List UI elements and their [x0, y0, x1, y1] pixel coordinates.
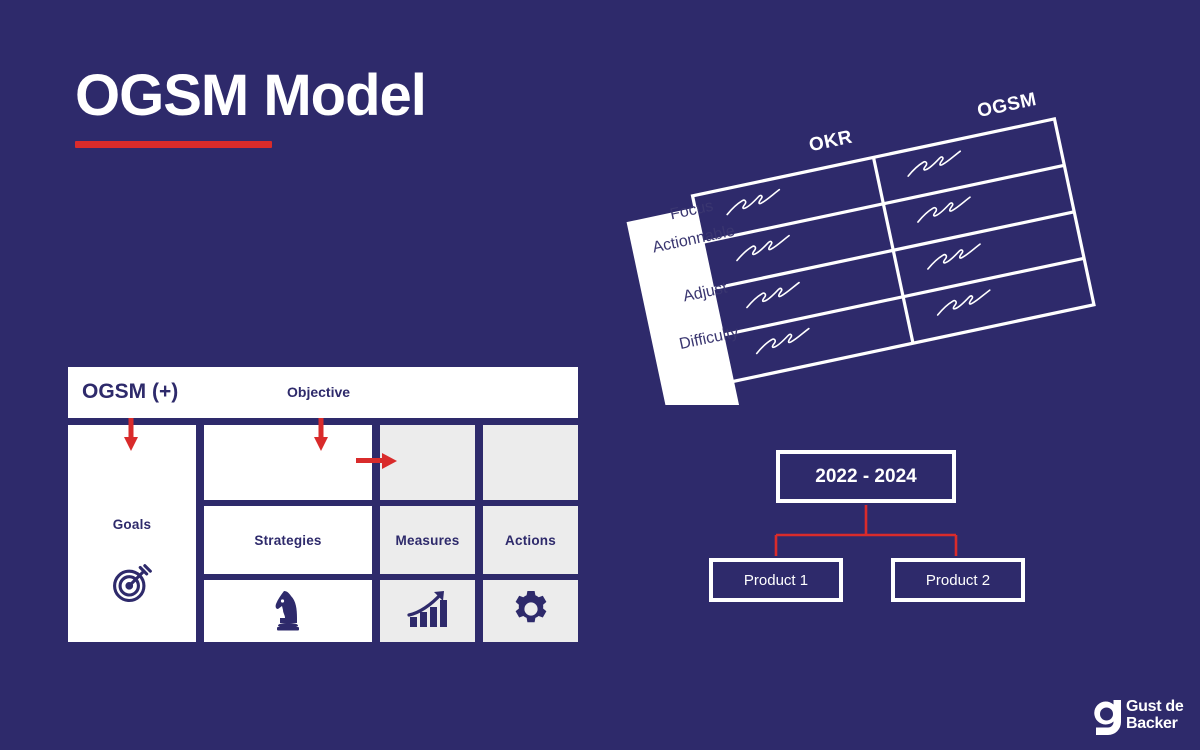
ogsm-cell-goals[interactable]: Goals	[68, 425, 196, 642]
okr-ogsm-comparison-table: OKR OGSM Focus Actionnable Adjust Diffic…	[620, 89, 1150, 432]
ogsm-label-strategies: Strategies	[254, 532, 322, 548]
gear-icon	[511, 589, 551, 634]
arrow-to-goals-icon	[124, 418, 138, 452]
tree-child-1-label: Product 1	[743, 571, 809, 589]
brand-logo-line-1: Gust de	[1126, 698, 1184, 715]
arrow-to-measures-icon	[356, 452, 398, 470]
brand-logo: Gust de Backer	[1092, 697, 1187, 741]
bar-chart-icon	[406, 589, 449, 634]
ogsm-cell-strategies-icon[interactable]	[204, 580, 372, 642]
ogsm-header-title: OGSM (+)	[82, 380, 179, 403]
title-underline-accent	[75, 141, 272, 148]
ogsm-cell-measures-label[interactable]: Measures	[380, 506, 475, 574]
ogsm-header-row: OGSM (+) Objective	[68, 367, 578, 418]
ogsm-cell-actions-icon[interactable]	[483, 580, 578, 642]
ogsm-cell-strategies-label[interactable]: Strategies	[204, 506, 372, 574]
arrow-to-objective-icon	[314, 418, 328, 452]
tree-node-product-2[interactable]: Product 2	[891, 558, 1025, 602]
tree-node-product-1[interactable]: Product 1	[709, 558, 843, 602]
tree-root-label: 2022 - 2024	[815, 465, 917, 487]
ogsm-cell-actions-input[interactable]	[483, 425, 578, 500]
g-mark-icon	[1092, 697, 1122, 742]
brand-logo-line-2: Backer	[1126, 715, 1178, 732]
chess-knight-icon	[271, 587, 305, 636]
ogsm-header-objective-label: Objective	[287, 384, 351, 400]
ogsm-label-goals: Goals	[112, 517, 152, 532]
tree-node-root[interactable]: 2022 - 2024	[776, 450, 956, 503]
target-icon	[110, 562, 154, 611]
page-title: OGSM Model	[75, 63, 427, 128]
ogsm-label-actions: Actions	[505, 532, 556, 548]
product-roadmap-tree: 2022 - 2024 Product 1 Product 2	[690, 430, 1050, 620]
ogsm-framework-table: OGSM (+) Objective Goals Strategies Meas…	[68, 367, 578, 642]
brand-logo-text: Gust de Backer	[1126, 698, 1184, 732]
tree-child-2-label: Product 2	[925, 571, 991, 589]
ogsm-cell-actions-label[interactable]: Actions	[483, 506, 578, 574]
ogsm-cell-measures-icon[interactable]	[380, 580, 475, 642]
ogsm-label-measures: Measures	[395, 532, 460, 548]
ogsm-cell-strategies-input[interactable]	[204, 425, 372, 500]
